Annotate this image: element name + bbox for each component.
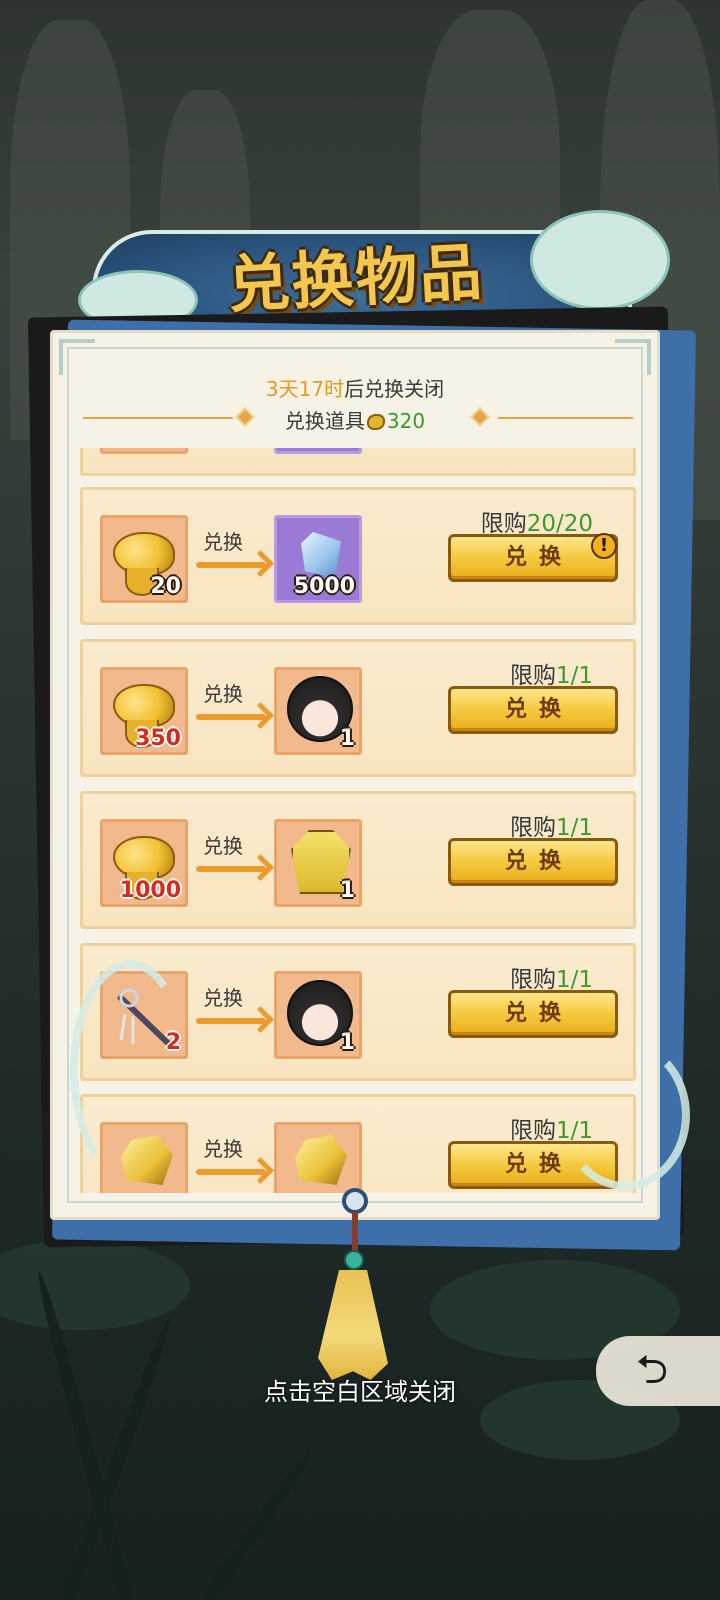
cost-quantity: 350: [135, 726, 181, 751]
purchase-limit: 限购1/1: [510, 808, 593, 842]
reed: [201, 1448, 316, 1600]
reward-quantity: 1: [339, 726, 355, 751]
cloud-swirl: [560, 1040, 690, 1190]
exchange-button-label: 兑换: [504, 545, 573, 570]
reward-quantity: 5000: [293, 574, 355, 599]
gold-fish-icon: [366, 414, 385, 430]
back-button[interactable]: ⮌: [596, 1336, 720, 1406]
cost-quantity: 20: [150, 574, 181, 599]
exchange-label: 兑换: [203, 682, 243, 706]
cost-item-slot[interactable]: 20: [100, 515, 188, 603]
back-arrow-icon: ⮌: [636, 1347, 669, 1393]
tassel: [318, 1270, 388, 1380]
purchase-limit: 限购1/1: [510, 656, 593, 690]
exchange-label: 兑换: [203, 1137, 243, 1161]
timer-remaining: 3天17时: [265, 377, 345, 401]
alert-icon: !: [591, 533, 617, 559]
gold-fish-icon: [113, 532, 175, 596]
page-title: 兑换物品: [225, 235, 486, 322]
reward-item-slot[interactable]: 1: [274, 667, 362, 755]
exchange-label: 兑换: [203, 834, 243, 858]
arrow-right-icon: [196, 714, 266, 720]
exchange-row: 350 兑换 1 限购1/1 兑换: [80, 639, 636, 777]
arrow-right-icon: [196, 1018, 266, 1024]
currency-display: 兑换道具 320: [53, 405, 657, 434]
cost-item-slot[interactable]: 10: [100, 448, 188, 454]
reward-item-slot[interactable]: 5000: [274, 515, 362, 603]
jade-bead: [344, 1250, 364, 1270]
cost-item-slot[interactable]: 1000: [100, 819, 188, 907]
arrow-right-icon: [196, 562, 266, 568]
exchange-label: 兑换: [203, 530, 243, 554]
reward-item-slot[interactable]: 1: [274, 971, 362, 1059]
exchange-row: 10 兑换 5000 兑换!: [80, 448, 636, 476]
exchange-row: 20 兑换 5000 限购20/20 兑换!: [80, 487, 636, 625]
purchase-limit: 限购1/1: [510, 960, 593, 994]
exchange-row: 1000 兑换 1 限购1/1 兑换: [80, 791, 636, 929]
exchange-button[interactable]: 兑换!: [448, 533, 618, 582]
reward-item-slot[interactable]: 5000: [274, 448, 362, 454]
cloud-swirl: [70, 960, 190, 1180]
currency-value: 320: [386, 409, 426, 433]
reward-item-slot[interactable]: [274, 1122, 362, 1193]
reward-quantity: 1: [339, 878, 355, 903]
cost-item-slot[interactable]: 350: [100, 667, 188, 755]
reward-quantity: 1: [339, 1030, 355, 1055]
exchange-button[interactable]: 兑换: [448, 686, 618, 734]
cost-quantity: 10: [150, 448, 181, 450]
lily-pad: [0, 1240, 190, 1330]
exchange-button[interactable]: 兑换: [448, 838, 618, 886]
reward-item-slot[interactable]: 1: [274, 819, 362, 907]
wave-foam: [530, 210, 670, 310]
exchange-button-label: 兑换: [504, 1152, 573, 1177]
exchange-timer: 3天17时后兑换关闭: [53, 373, 657, 402]
exchange-label: 兑换: [203, 986, 243, 1010]
exchange-button-label: 兑换: [504, 1001, 573, 1026]
item-icon: [295, 1135, 347, 1185]
exchange-button[interactable]: 兑换: [448, 990, 618, 1038]
gold-fish-icon: [113, 684, 175, 748]
gold-fish-icon: [113, 836, 175, 900]
timer-suffix: 后兑换关闭: [344, 377, 445, 401]
exchange-button-label: 兑换: [504, 697, 573, 722]
cost-quantity: 1000: [119, 878, 181, 903]
arrow-right-icon: [196, 1169, 266, 1175]
arrow-right-icon: [196, 866, 266, 872]
tassel-cord: [352, 1212, 358, 1252]
purchase-limit: 限购20/20: [481, 504, 593, 538]
corner-ornament: [59, 339, 95, 375]
exchange-button-label: 兑换: [504, 849, 573, 874]
corner-ornament: [615, 339, 651, 375]
reward-quantity: 5000: [294, 448, 355, 450]
blue-crystal-icon: [301, 532, 341, 578]
currency-label: 兑换道具: [284, 409, 365, 433]
tassel-knot: [342, 1188, 368, 1214]
